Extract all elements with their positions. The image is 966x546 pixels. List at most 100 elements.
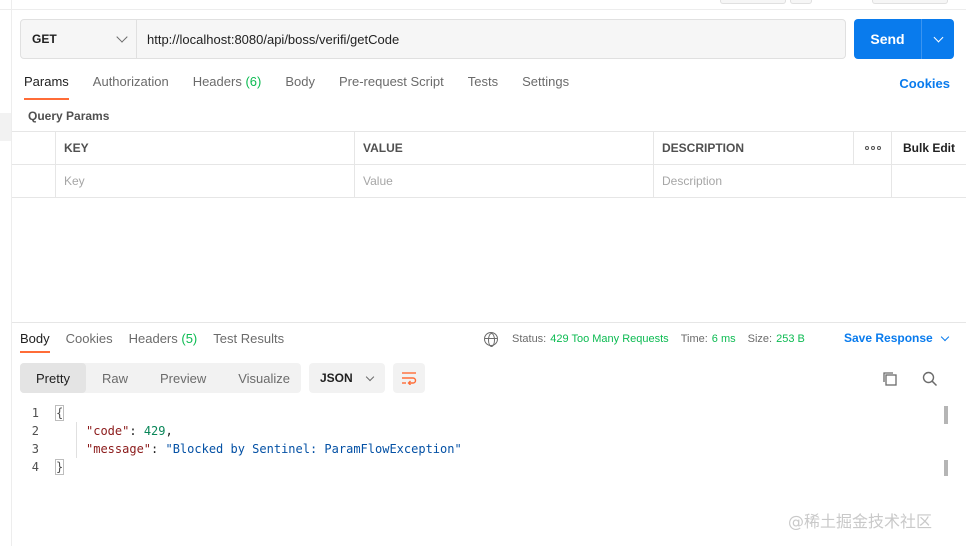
- url-bar: GET http://localhost:8080/api/boss/verif…: [20, 19, 846, 59]
- key-placeholder: Key: [64, 174, 85, 188]
- bulk-edit-button[interactable]: Bulk Edit: [892, 132, 966, 164]
- save-response-button[interactable]: Save Response: [844, 331, 949, 345]
- value-input[interactable]: Value: [355, 165, 654, 197]
- tab-label: Headers: [192, 74, 242, 89]
- view-pretty[interactable]: Pretty: [20, 363, 86, 393]
- scrollbar-marker[interactable]: [944, 460, 948, 476]
- tab-label: Body: [285, 74, 315, 89]
- save-response-label: Save Response: [844, 331, 933, 345]
- format-select[interactable]: JSON: [309, 363, 385, 393]
- header-text: KEY: [64, 141, 89, 155]
- copy-button[interactable]: [880, 369, 900, 389]
- line-number: 2: [31, 424, 39, 438]
- time-value[interactable]: 6 ms: [712, 333, 736, 345]
- format-label: JSON: [320, 371, 353, 385]
- chevron-down-icon: [940, 332, 949, 341]
- toolbar-button-partial[interactable]: [872, 0, 948, 4]
- view-preview[interactable]: Preview: [144, 363, 222, 393]
- search-button[interactable]: [920, 369, 940, 389]
- code-line: 4 }: [20, 458, 936, 476]
- response-body-editor[interactable]: 1 { 2 "code": 429, 3 "message": "Blocked…: [20, 404, 936, 484]
- tab-label: Pre-request Script: [338, 74, 444, 89]
- code-line: 1 {: [20, 404, 936, 422]
- chevron-down-icon: [365, 372, 374, 381]
- globe-icon[interactable]: [484, 332, 498, 347]
- chevron-down-icon: [116, 31, 128, 43]
- tab-label: Cookies: [65, 331, 113, 346]
- tab-label: Params: [24, 74, 69, 89]
- description-input[interactable]: Description: [654, 165, 892, 197]
- tab-settings[interactable]: Settings: [522, 74, 569, 100]
- method-label: GET: [32, 32, 57, 46]
- send-label: Send: [870, 31, 905, 47]
- json-number: 429: [143, 424, 166, 438]
- tab-label: Settings: [522, 74, 570, 89]
- tab-label: Test Results: [213, 331, 285, 346]
- tab-authorization[interactable]: Authorization: [93, 74, 169, 100]
- column-options-button[interactable]: [854, 132, 892, 164]
- tab-response-headers[interactable]: Headers (5): [129, 331, 198, 353]
- gutter-marker: [0, 113, 11, 141]
- tab-params[interactable]: Params: [24, 74, 69, 100]
- json-string: "Blocked by Sentinel: ParamFlowException…: [165, 442, 462, 456]
- view-raw[interactable]: Raw: [86, 363, 144, 393]
- send-options-button[interactable]: [922, 32, 954, 42]
- more-options-icon: [864, 146, 881, 150]
- indent-guide: [76, 422, 77, 458]
- json-key: "code": [86, 424, 130, 438]
- copy-icon: [883, 372, 897, 386]
- status-label: Status:: [512, 333, 547, 345]
- tab-tests[interactable]: Tests: [468, 74, 498, 100]
- tab-label: Authorization: [92, 74, 169, 89]
- pane-divider[interactable]: [12, 322, 966, 323]
- top-toolbar-strip: [0, 0, 966, 10]
- tab-response-body[interactable]: Body: [20, 331, 50, 353]
- url-input[interactable]: http://localhost:8080/api/boss/verifi/ge…: [137, 20, 845, 58]
- scrollbar-marker[interactable]: [944, 406, 948, 424]
- wrap-lines-button[interactable]: [393, 363, 425, 393]
- checkbox-column-header: [12, 132, 56, 164]
- bulk-edit-label: Bulk Edit: [902, 141, 955, 155]
- params-table: KEY VALUE DESCRIPTION Bulk Edit Key Valu…: [12, 131, 966, 198]
- query-params-title: Query Params: [28, 109, 110, 123]
- status-value[interactable]: 429 Too Many Requests: [550, 333, 668, 345]
- value-placeholder: Value: [363, 174, 393, 188]
- left-gutter: [0, 0, 12, 546]
- method-select[interactable]: GET: [21, 20, 137, 58]
- tab-label: Tests: [467, 74, 499, 89]
- request-tabs: Params Authorization Headers (6) Body Pr…: [24, 74, 593, 100]
- header-text: VALUE: [363, 141, 403, 155]
- line-number: 4: [31, 460, 39, 474]
- tab-headers[interactable]: Headers (6): [193, 74, 262, 100]
- toolbar-button-partial[interactable]: [720, 0, 786, 4]
- table-row: Key Value Description: [12, 165, 966, 198]
- column-header-key: KEY: [56, 132, 355, 164]
- tab-test-results[interactable]: Test Results: [213, 331, 284, 353]
- watermark: @稀土掘金技术社区: [788, 512, 933, 531]
- send-button[interactable]: Send: [854, 19, 954, 59]
- column-header-description: DESCRIPTION: [654, 132, 854, 164]
- wrap-lines-icon: [402, 372, 417, 385]
- chevron-down-icon: [933, 32, 943, 42]
- code-line: 2 "code": 429,: [20, 422, 936, 440]
- cookies-link[interactable]: Cookies: [899, 76, 950, 91]
- tab-label: Headers: [128, 331, 178, 346]
- tab-pre-request-script[interactable]: Pre-request Script: [339, 74, 444, 100]
- key-input[interactable]: Key: [56, 165, 355, 197]
- line-number: 3: [31, 442, 39, 456]
- view-visualize[interactable]: Visualize: [222, 363, 306, 393]
- response-tabs: Body Cookies Headers (5) Test Results: [20, 331, 300, 353]
- response-status-bar: Status: 429 Too Many Requests Time: 6 ms…: [484, 331, 817, 347]
- tab-count: (5): [181, 331, 198, 346]
- tab-response-cookies[interactable]: Cookies: [66, 331, 113, 353]
- code-line: 3 "message": "Blocked by Sentinel: Param…: [20, 440, 936, 458]
- toolbar-button-partial[interactable]: [790, 0, 812, 4]
- tab-body[interactable]: Body: [285, 74, 315, 100]
- table-header-row: KEY VALUE DESCRIPTION Bulk Edit: [12, 132, 966, 165]
- size-value[interactable]: 253 B: [776, 333, 805, 345]
- header-text: DESCRIPTION: [662, 141, 745, 155]
- row-checkbox-cell: [12, 165, 56, 197]
- search-icon: [922, 371, 938, 387]
- json-key: "message": [86, 442, 152, 456]
- tab-count: (6): [245, 74, 262, 89]
